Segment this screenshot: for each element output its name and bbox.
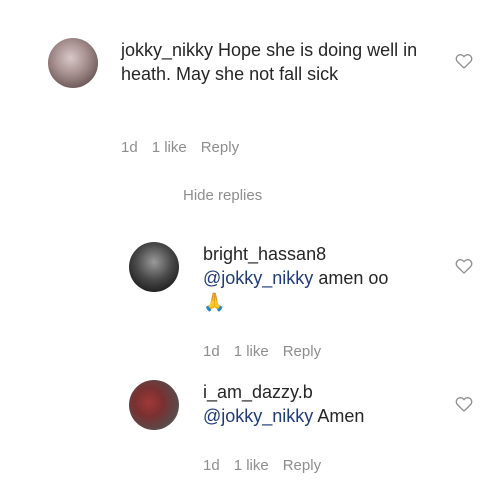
avatar[interactable] [129, 380, 179, 430]
reply-meta: 1d 1 like Reply [203, 343, 335, 360]
reply-i-am-dazzy-b: i_am_dazzy.b @jokky_nikky Amen 1d 1 like R… [0, 370, 501, 496]
avatar[interactable] [129, 242, 179, 292]
reply-time: 1d [203, 457, 220, 474]
reply-time: 1d [203, 343, 220, 360]
reply-username[interactable]: bright_hassan8 [203, 242, 443, 266]
comment-likes[interactable]: 1 like [152, 139, 187, 156]
reply-button[interactable]: Reply [283, 343, 321, 360]
heart-icon[interactable] [454, 394, 474, 414]
reply-button[interactable]: Reply [283, 457, 321, 474]
reply-bright-hassan8: bright_hassan8 @jokky_nikky amen oo 🙏 1d… [0, 230, 501, 370]
mention-link[interactable]: @jokky_nikky [203, 406, 313, 426]
reply-button[interactable]: Reply [201, 139, 239, 156]
reply-username[interactable]: i_am_dazzy.b [203, 380, 443, 404]
comment-jokky-nikky: jokky_nikky Hope she is doing well in hea… [0, 0, 501, 180]
hide-replies-button[interactable]: Hide replies [183, 187, 262, 204]
reply-meta: 1d 1 like Reply [203, 457, 335, 474]
mention-link[interactable]: @jokky_nikky [203, 268, 313, 288]
comment-username[interactable]: jokky_nikky [121, 40, 213, 60]
comment-meta: 1d 1 like Reply [121, 139, 253, 156]
heart-icon[interactable] [454, 51, 474, 71]
heart-icon[interactable] [454, 256, 474, 276]
reply-likes[interactable]: 1 like [234, 457, 269, 474]
reply-text: i_am_dazzy.b @jokky_nikky Amen [203, 380, 443, 428]
comment-time: 1d [121, 139, 138, 156]
comment-text: jokky_nikky Hope she is doing well in hea… [121, 38, 421, 86]
reply-body: amen oo [318, 268, 389, 288]
pray-emoji: 🙏 [203, 292, 226, 312]
reply-text: bright_hassan8 @jokky_nikky amen oo 🙏 [203, 242, 443, 314]
reply-likes[interactable]: 1 like [234, 343, 269, 360]
reply-body: Amen [317, 406, 365, 426]
avatar[interactable] [48, 38, 98, 88]
